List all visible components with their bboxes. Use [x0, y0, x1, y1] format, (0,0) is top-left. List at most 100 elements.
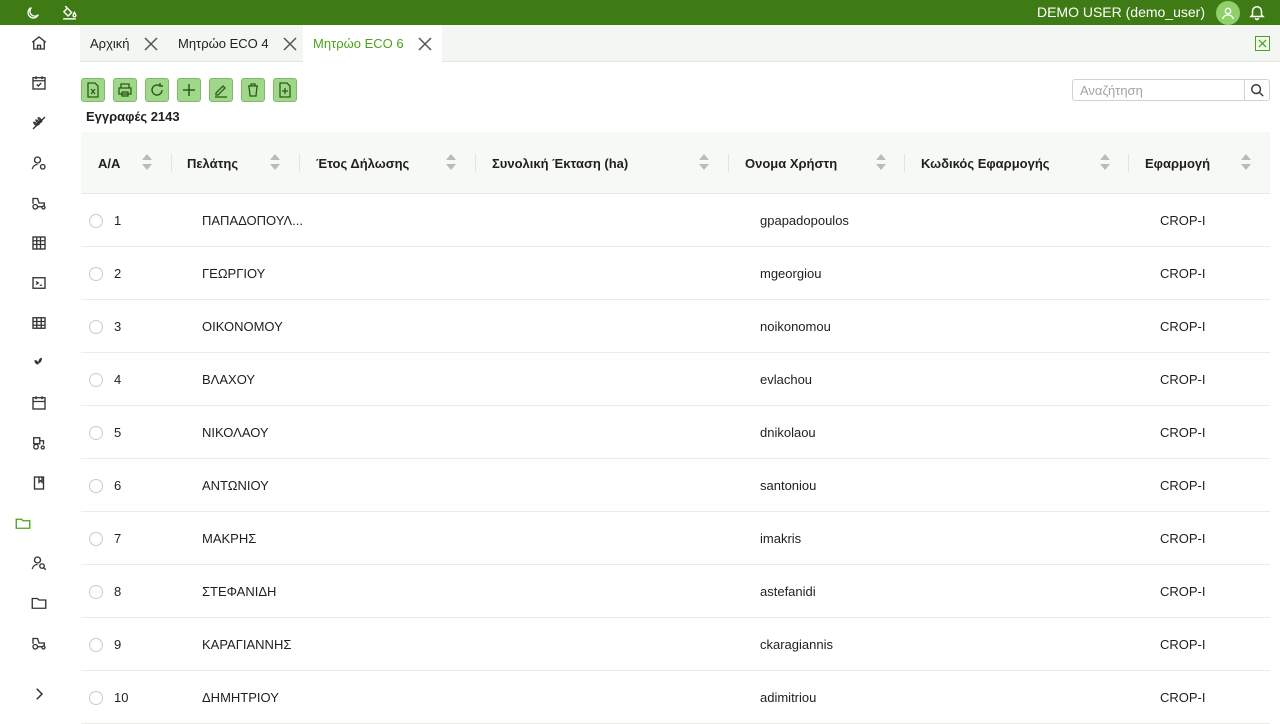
- sort-icon[interactable]: [1240, 151, 1252, 173]
- table-row[interactable]: 2 ΓΕΩΡΓΙΟΥ mgeorgiou CROP-I: [81, 247, 1270, 300]
- column-label: Συνολική Έκταση (ha): [492, 155, 629, 171]
- folder-icon: [15, 518, 31, 529]
- table-row[interactable]: 10 ΔΗΜΗΤΡΙΟΥ adimitriou CROP-I: [81, 671, 1270, 724]
- sidebar-item-user-settings[interactable]: [28, 152, 50, 174]
- tab-eco6[interactable]: Μητρώο ECO 6: [303, 25, 442, 62]
- column-header-year[interactable]: Έτος Δήλωσης: [316, 132, 466, 194]
- paint-bucket-icon[interactable]: [60, 4, 78, 22]
- column-header-app[interactable]: Εφαρμογή: [1145, 132, 1265, 194]
- cell-aa: 2: [114, 266, 122, 281]
- sidebar-item-home[interactable]: [28, 32, 50, 54]
- sort-icon[interactable]: [698, 151, 710, 173]
- column-header-area[interactable]: Συνολική Έκταση (ha): [492, 132, 717, 194]
- user-settings-icon: [31, 156, 46, 170]
- bell-icon[interactable]: [1248, 3, 1266, 21]
- cell-aa: 8: [114, 584, 122, 599]
- row-select-radio[interactable]: [89, 691, 103, 705]
- row-select-radio[interactable]: [89, 479, 103, 493]
- cell-client: ΟΙΚΟΝΟΜΟΥ: [202, 319, 283, 334]
- refresh-icon: [151, 83, 163, 96]
- sidebar-item-folder-active[interactable]: [12, 512, 34, 534]
- row-select-radio[interactable]: [89, 585, 103, 599]
- row-select-radio[interactable]: [89, 426, 103, 440]
- row-select-radio[interactable]: [89, 638, 103, 652]
- print-button[interactable]: [113, 78, 137, 102]
- sort-icon[interactable]: [141, 151, 153, 173]
- row-select-radio[interactable]: [89, 267, 103, 281]
- cell-aa: 7: [114, 531, 122, 546]
- cell-client: ΠΑΠΑΔΟΠΟΥΛ...: [202, 213, 303, 228]
- sidebar-item-harvester[interactable]: [28, 432, 50, 454]
- add-button[interactable]: [177, 78, 201, 102]
- plant-icon: [34, 357, 42, 369]
- table-row[interactable]: 8 ΣΤΕΦΑΝΙΔΗ astefanidi CROP-I: [81, 565, 1270, 618]
- sidebar-expand-button[interactable]: [28, 683, 50, 705]
- toolbar: [81, 78, 297, 102]
- table-row[interactable]: 9 ΚΑΡΑΓΙΑΝΝΗΣ ckaragiannis CROP-I: [81, 618, 1270, 671]
- table-row[interactable]: 5 ΝΙΚΟΛΑΟΥ dnikolaou CROP-I: [81, 406, 1270, 459]
- grid-icon: [32, 317, 46, 329]
- avatar-icon[interactable]: [1216, 1, 1240, 25]
- cell-aa: 1: [114, 213, 122, 228]
- export-file-button[interactable]: [273, 78, 297, 102]
- records-count: Εγγραφές 2143: [86, 109, 180, 124]
- close-icon[interactable]: [418, 36, 432, 51]
- search-icon: [1251, 84, 1264, 97]
- search-button[interactable]: [1245, 80, 1269, 100]
- delete-icon: [248, 83, 258, 97]
- column-header-client[interactable]: Πελάτης: [187, 132, 297, 194]
- add-icon: [183, 84, 195, 96]
- user-search-icon: [31, 556, 47, 571]
- row-select-radio[interactable]: [89, 214, 103, 228]
- sidebar-item-folder[interactable]: [28, 592, 50, 614]
- sidebar-item-plant[interactable]: [28, 352, 50, 374]
- export-excel-button[interactable]: [81, 78, 105, 102]
- sidebar-item-calendar-check[interactable]: [28, 72, 50, 94]
- search-input[interactable]: [1073, 80, 1245, 100]
- sidebar-item-tractor-2[interactable]: [28, 632, 50, 654]
- table-body: 1 ΠΑΠΑΔΟΠΟΥΛ... gpapadopoulos CROP-I 2 Γ…: [81, 194, 1270, 724]
- row-select-radio[interactable]: [89, 532, 103, 546]
- sidebar-item-terminal[interactable]: [28, 272, 50, 294]
- edit-button[interactable]: [209, 78, 233, 102]
- sidebar-item-book[interactable]: [28, 472, 50, 494]
- sidebar-item-warehouse[interactable]: [28, 232, 50, 254]
- sort-icon[interactable]: [269, 151, 281, 173]
- close-icon[interactable]: [283, 36, 297, 51]
- tab-label: Μητρώο ECO 6: [313, 36, 404, 51]
- user-name[interactable]: DEMO USER (demo_user): [1037, 0, 1205, 25]
- column-label: Έτος Δήλωσης: [316, 155, 410, 171]
- sidebar-item-grid[interactable]: [28, 312, 50, 334]
- column-header-aa[interactable]: Α/Α: [98, 132, 158, 194]
- refresh-button[interactable]: [145, 78, 169, 102]
- tab-eco4[interactable]: Μητρώο ECO 4: [178, 25, 297, 62]
- sort-icon[interactable]: [445, 151, 457, 173]
- table-row[interactable]: 6 ΑΝΤΩΝΙΟΥ santoniou CROP-I: [81, 459, 1270, 512]
- cell-aa: 4: [114, 372, 122, 387]
- sort-icon[interactable]: [1099, 151, 1111, 173]
- row-select-radio[interactable]: [89, 373, 103, 387]
- cell-aa: 10: [114, 690, 129, 705]
- cell-client: ΒΛΑΧΟΥ: [202, 372, 256, 387]
- row-select-radio[interactable]: [89, 320, 103, 334]
- tab-label: Αρχική: [90, 36, 130, 51]
- close-all-tabs-button[interactable]: [1255, 36, 1270, 51]
- table-row[interactable]: 4 ΒΛΑΧΟΥ evlachou CROP-I: [81, 353, 1270, 406]
- table-row[interactable]: 3 ΟΙΚΟΝΟΜΟΥ noikonomou CROP-I: [81, 300, 1270, 353]
- column-header-app-code[interactable]: Κωδικός Εφαρμογής: [921, 132, 1121, 194]
- tab-home[interactable]: Αρχική: [90, 25, 158, 62]
- table-row[interactable]: 7 ΜΑΚΡΗΣ imakris CROP-I: [81, 512, 1270, 565]
- cell-aa: 3: [114, 319, 122, 334]
- moon-icon[interactable]: [24, 4, 42, 22]
- wheat-icon: [32, 116, 46, 130]
- sidebar-item-wheat[interactable]: [28, 112, 50, 134]
- table-row[interactable]: 1 ΠΑΠΑΔΟΠΟΥΛ... gpapadopoulos CROP-I: [81, 194, 1270, 247]
- sidebar-item-calendar[interactable]: [28, 392, 50, 414]
- delete-button[interactable]: [241, 78, 265, 102]
- sidebar-item-user-search[interactable]: [28, 552, 50, 574]
- cell-app: CROP-I: [1160, 372, 1206, 387]
- column-header-username[interactable]: Ονομα Χρήστη: [745, 132, 895, 194]
- sidebar-item-tractor[interactable]: [28, 192, 50, 214]
- close-icon[interactable]: [143, 36, 158, 51]
- sort-icon[interactable]: [875, 151, 887, 173]
